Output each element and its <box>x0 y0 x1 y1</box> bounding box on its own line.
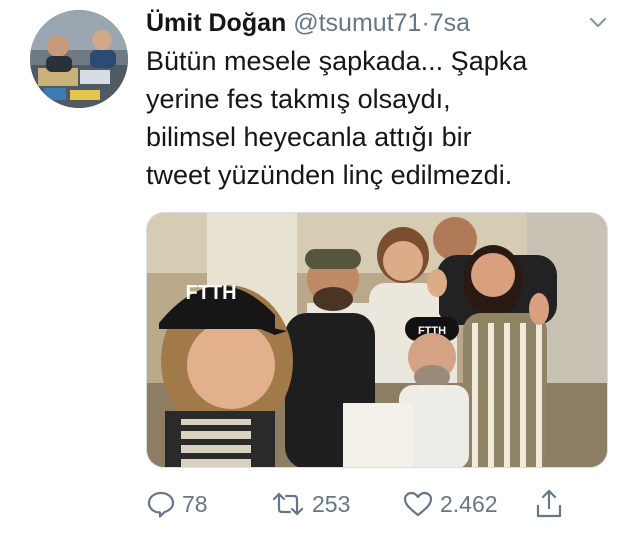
retweet-button[interactable]: 253 <box>270 486 350 522</box>
share-icon <box>536 489 562 518</box>
retweet-count: 253 <box>312 490 351 517</box>
like-button[interactable]: 2.462 <box>402 486 498 522</box>
heart-icon <box>403 491 433 517</box>
separator-dot: · <box>421 9 430 37</box>
author-handle[interactable]: @tsumut71 <box>293 9 421 37</box>
retweet-icon <box>272 492 304 516</box>
tweet-text: Bütün mesele şapkada... Şapka yerine fes… <box>146 42 616 194</box>
reply-count: 78 <box>182 490 208 517</box>
cap-print-large: FTTH <box>185 282 236 304</box>
like-count: 2.462 <box>440 490 498 517</box>
author-name[interactable]: Ümit Doğan <box>146 9 286 37</box>
avatar-photo <box>30 10 128 108</box>
tweet-text-line: bilimsel heyecanla attığı bir <box>146 122 472 152</box>
tweet[interactable]: Ümit Doğan @tsumut71·7sa Bütün mesele şa… <box>0 0 640 534</box>
reply-icon <box>147 491 175 518</box>
tweet-actions: 78 253 2.462 <box>146 486 616 522</box>
share-button[interactable] <box>534 486 564 522</box>
avatar[interactable] <box>30 10 128 108</box>
tweet-photo[interactable]: FTTH FTTH <box>146 212 608 468</box>
tweet-time[interactable]: 7sa <box>430 9 470 37</box>
more-options-button[interactable] <box>585 10 611 36</box>
tweet-text-line: tweet yüzünden linç edilmezdi. <box>146 160 513 190</box>
tweet-text-line: Bütün mesele şapkada... Şapka <box>146 46 528 76</box>
tweet-text-line: yerine fes takmış olsaydı, <box>146 84 451 114</box>
reply-button[interactable]: 78 <box>146 486 208 522</box>
tweet-header: Ümit Doğan @tsumut71·7sa <box>146 6 616 40</box>
group-selfie-photo: FTTH FTTH <box>147 213 607 467</box>
chevron-down-icon <box>589 17 607 28</box>
